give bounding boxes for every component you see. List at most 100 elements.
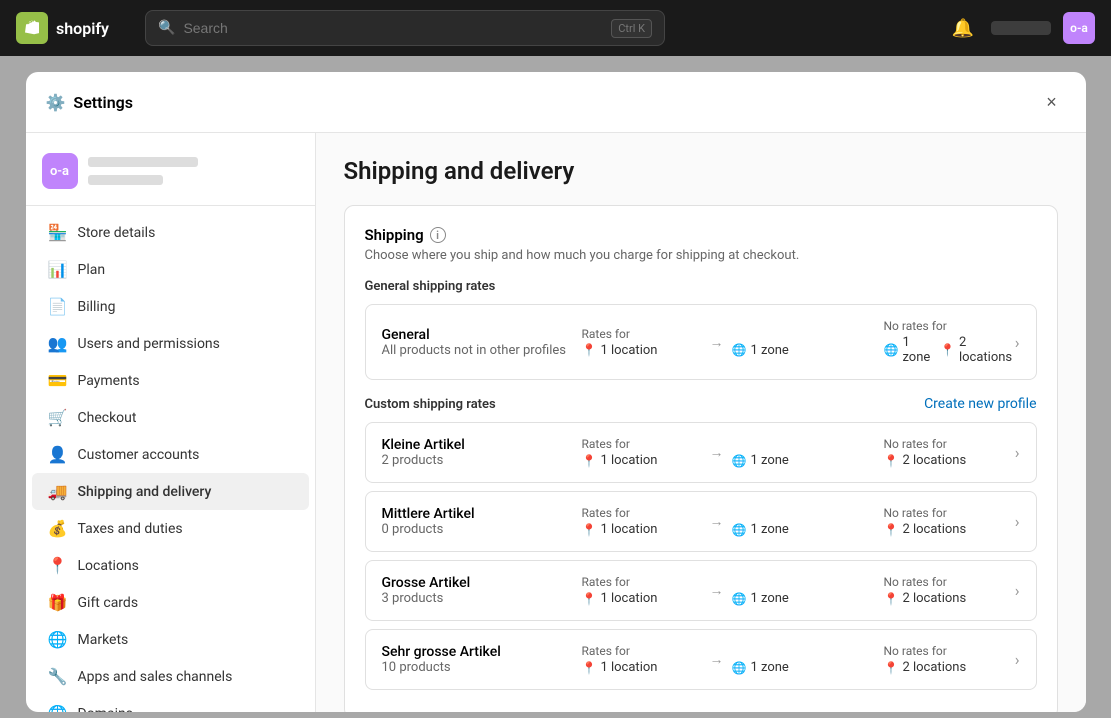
custom-rows-container: Kleine Artikel 2 products Rates for 📍 1 … <box>365 422 1037 690</box>
custom-arrow-3: → <box>710 651 724 668</box>
custom-row-chevron-1: › <box>1015 512 1020 531</box>
sidebar-item-billing[interactable]: 📄 Billing <box>32 288 309 325</box>
custom-row-name-3: Sehr grosse Artikel 10 products <box>382 644 582 675</box>
search-input[interactable] <box>183 20 603 36</box>
custom-arrow-2: → <box>710 582 724 599</box>
custom-no-rates-loc-2: 📍 <box>884 592 899 606</box>
custom-globe-3: 🌐 <box>732 661 747 675</box>
user-name-blurred <box>991 21 1051 35</box>
shipping-section-title: Shipping i <box>365 226 1037 244</box>
sidebar-item-icon-plan: 📊 <box>48 260 68 279</box>
custom-row-name-0: Kleine Artikel 2 products <box>382 437 582 468</box>
settings-sidebar: o-a 🏪 Store details 📊 Plan 📄 Billing 👥Users an… <box>26 133 316 712</box>
sidebar-item-label: Plan <box>78 262 106 278</box>
custom-shipping-row-3[interactable]: Sehr grosse Artikel 10 products Rates fo… <box>365 629 1037 690</box>
sidebar-item-icon-taxes-duties: 💰 <box>48 519 68 538</box>
custom-rates-section-1: Rates for 📍 1 location → 🌐 1 zone No rat… <box>582 506 1015 537</box>
settings-icon: ⚙️ <box>46 93 66 112</box>
sidebar-item-icon-locations: 📍 <box>48 556 68 575</box>
page-title: Shipping and delivery <box>344 157 1058 185</box>
custom-globe-2: 🌐 <box>732 592 747 606</box>
search-shortcut: Ctrl K <box>611 19 652 38</box>
modal-body: o-a 🏪 Store details 📊 Plan 📄 Billing 👥Users an… <box>26 133 1086 712</box>
notifications-button[interactable]: 🔔 <box>947 12 979 44</box>
sidebar-item-shipping-delivery[interactable]: 🚚Shipping and delivery <box>32 473 309 510</box>
sidebar-item-customer-accounts[interactable]: 👤Customer accounts <box>32 436 309 473</box>
modal-title: Settings <box>73 93 133 112</box>
custom-rates-heading: Custom shipping rates <box>365 397 496 412</box>
custom-rates-header: Custom shipping rates Create new profile <box>365 396 1037 412</box>
no-rates-location-icon: 📍 <box>940 343 955 357</box>
sidebar-item-label: Domains <box>78 706 133 713</box>
sidebar-item-icon-apps-sales-channels: 🔧 <box>48 667 68 686</box>
sidebar-item-store-details[interactable]: 🏪 Store details <box>32 214 309 251</box>
general-row-name: General All products not in other profil… <box>382 327 582 358</box>
sidebar-item-label: Gift cards <box>78 595 139 611</box>
general-rates-detail: 📍 1 location <box>582 343 702 358</box>
user-avatar-button[interactable]: o-a <box>1063 12 1095 44</box>
sidebar-item-checkout[interactable]: 🛒Checkout <box>32 399 309 436</box>
sidebar-item-icon-domains: 🌐 <box>48 704 68 712</box>
sidebar-item-domains[interactable]: 🌐 Domains <box>32 695 309 712</box>
sidebar-item-label: Apps and sales channels <box>78 669 233 685</box>
custom-row-chevron-2: › <box>1015 581 1020 600</box>
shipping-description: Choose where you ship and how much you c… <box>365 248 1037 263</box>
general-rates-section: Rates for 📍 1 location → 🌐 <box>582 319 1015 365</box>
sidebar-item-label: Store details <box>78 225 156 241</box>
sidebar-item-icon-billing: 📄 <box>48 297 68 316</box>
custom-shipping-row-2[interactable]: Grosse Artikel 3 products Rates for 📍 1 … <box>365 560 1037 621</box>
general-rates-for: Rates for 📍 1 location <box>582 327 702 358</box>
modal-close-button[interactable]: × <box>1038 88 1066 116</box>
shopify-logo-icon <box>16 12 48 44</box>
modal-overlay: ⚙️ Settings × o-a 🏪 Store details 📊 Plan 📄 Bi… <box>0 56 1111 718</box>
custom-row-chevron-0: › <box>1015 443 1020 462</box>
sidebar-item-apps-sales-channels[interactable]: 🔧 Apps and sales channels <box>32 658 309 695</box>
custom-no-rates-loc-0: 📍 <box>884 454 899 468</box>
general-shipping-row[interactable]: General All products not in other profil… <box>365 304 1037 380</box>
custom-shipping-row-0[interactable]: Kleine Artikel 2 products Rates for 📍 1 … <box>365 422 1037 483</box>
main-content: Shipping and delivery Shipping i Choose … <box>316 133 1086 712</box>
sidebar-item-locations[interactable]: 📍 Locations <box>32 547 309 584</box>
custom-globe-0: 🌐 <box>732 454 747 468</box>
general-no-rates-block: No rates for 🌐 1 zone 📍 2 locations <box>884 319 1015 365</box>
sidebar-item-gift-cards[interactable]: 🎁Gift cards <box>32 584 309 621</box>
sidebar-profile-info <box>88 157 198 185</box>
sidebar-item-label: Locations <box>78 558 139 574</box>
sidebar-item-markets[interactable]: 🌐Markets <box>32 621 309 658</box>
logo[interactable]: shopify <box>16 12 109 44</box>
custom-location-icon-1: 📍 <box>582 523 597 537</box>
topbar-right: 🔔 o-a <box>947 12 1095 44</box>
custom-no-rates-loc-3: 📍 <box>884 661 899 675</box>
search-bar[interactable]: 🔍 Ctrl K <box>145 10 665 46</box>
custom-rates-section-0: Rates for 📍 1 location → 🌐 1 zone No rat… <box>582 437 1015 468</box>
sidebar-item-payments[interactable]: 💳Payments <box>32 362 309 399</box>
profile-sub-blurred <box>88 175 163 185</box>
modal-header: ⚙️ Settings × <box>26 72 1086 133</box>
create-profile-link[interactable]: Create new profile <box>924 396 1036 412</box>
location-icon: 📍 <box>582 343 597 357</box>
sidebar-item-label: Shipping and delivery <box>78 484 212 500</box>
custom-location-icon-0: 📍 <box>582 454 597 468</box>
sidebar-item-label: Checkout <box>78 410 137 426</box>
arrow-icon: → <box>710 334 724 351</box>
custom-rates-section-2: Rates for 📍 1 location → 🌐 1 zone No rat… <box>582 575 1015 606</box>
sidebar-nav: 🏪 Store details 📊 Plan 📄 Billing 👥Users and pe… <box>26 214 315 712</box>
shipping-info-icon[interactable]: i <box>430 227 446 243</box>
sidebar-item-icon-markets: 🌐 <box>48 630 68 649</box>
sidebar-item-icon-customer-accounts: 👤 <box>48 445 68 464</box>
general-row-chevron: › <box>1015 333 1020 352</box>
custom-arrow-1: → <box>710 513 724 530</box>
sidebar-item-icon-store-details: 🏪 <box>48 223 68 242</box>
topbar: shopify 🔍 Ctrl K 🔔 o-a <box>0 0 1111 56</box>
profile-name-blurred <box>88 157 198 167</box>
sidebar-profile: o-a <box>26 145 315 206</box>
sidebar-item-label: Billing <box>78 299 116 315</box>
sidebar-item-users-permissions[interactable]: 👥Users and permissions <box>32 325 309 362</box>
custom-shipping-row-1[interactable]: Mittlere Artikel 0 products Rates for 📍 … <box>365 491 1037 552</box>
custom-location-icon-3: 📍 <box>582 661 597 675</box>
sidebar-item-plan[interactable]: 📊 Plan <box>32 251 309 288</box>
custom-no-rates-loc-1: 📍 <box>884 523 899 537</box>
sidebar-item-icon-users-permissions: 👥 <box>48 334 68 353</box>
shipping-card: Shipping i Choose where you ship and how… <box>344 205 1058 712</box>
sidebar-item-taxes-duties[interactable]: 💰Taxes and duties <box>32 510 309 547</box>
